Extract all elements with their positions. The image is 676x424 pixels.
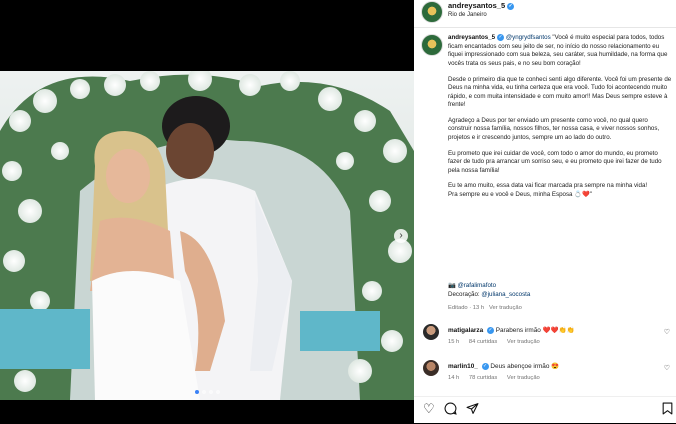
avatar[interactable] (423, 324, 439, 340)
comment-emojis: ❤️❤️👏👏 (542, 327, 575, 334)
action-bar: ♡ (414, 396, 676, 424)
post-meta: Editado · 13 h Ver tradução (448, 305, 522, 311)
comment-item: marlin10_ ✓ Deus abençoe irmão 😍 14 h 78… (414, 358, 676, 388)
comment-icon[interactable] (444, 402, 457, 417)
translate-link[interactable]: Ver tradução (507, 339, 540, 345)
carousel-dot (208, 390, 213, 394)
caption-paragraph-4: Eu prometo que irei cuidar de você, com … (448, 149, 662, 174)
post-details-panel: andreysantos_5 ✓ Rio de Janeiro andreysan… (414, 0, 676, 423)
credits: 📷 @rafalimafoto Decoração: @juliana_soco… (448, 281, 530, 299)
caption: andreysantos_5 ✓ @yngrydfsantos "Você é m… (448, 34, 672, 207)
edited-time: Editado · 13 h (448, 305, 485, 311)
caption-avatar[interactable] (421, 34, 443, 56)
caption-paragraph-6: Pra sempre eu e você e Deus, minha Espos… (448, 191, 592, 199)
camera-icon: 📷 (448, 282, 456, 289)
comment-likes[interactable]: 84 curtidas (469, 339, 497, 345)
caption-paragraph-5: Eu te amo muito, essa data vai ficar mar… (448, 182, 648, 190)
comment-username[interactable]: marlin10_ (448, 363, 478, 370)
comment-likes[interactable]: 78 curtidas (469, 375, 497, 381)
heart-icon[interactable]: ♡ (423, 402, 435, 415)
carousel-dot (215, 390, 220, 394)
caption-paragraph-1: andreysantos_5 ✓ @yngrydfsantos "Você é m… (448, 34, 672, 69)
translate-link[interactable]: Ver tradução (489, 305, 522, 311)
caption-paragraph-2: Desde o primeiro dia que te conheci sent… (448, 75, 672, 109)
decor-credit-link[interactable]: @juliana_socosta (481, 291, 530, 298)
post-photo[interactable] (0, 71, 414, 400)
comment-emojis: 😍 (551, 363, 560, 370)
caption-paragraph-3: Agradeço a Deus por ter enviado um prese… (448, 116, 660, 142)
caption-username[interactable]: andreysantos_5 (448, 34, 495, 41)
mention-link[interactable]: @yngrydfsantos (506, 34, 551, 41)
couple-photo-illustration (0, 71, 414, 400)
ring-icon: 💍 (574, 191, 582, 199)
comment-time: 14 h (448, 375, 460, 381)
bookmark-icon[interactable] (662, 402, 673, 417)
media-panel: › (0, 0, 414, 423)
verified-icon: ✓ (481, 362, 489, 370)
like-comment-heart-icon[interactable]: ♡ (664, 364, 670, 372)
verified-icon: ✓ (497, 34, 505, 41)
comment-username[interactable]: matigalarza (448, 327, 483, 334)
comment-body: Deus abençoe irmão (490, 363, 550, 370)
comment-time: 15 h (448, 339, 460, 345)
comment-meta: 15 h 84 curtidas Ver tradução (448, 339, 548, 345)
verified-icon: ✓ (507, 2, 515, 10)
location-link[interactable]: Rio de Janeiro (448, 12, 487, 18)
decor-credit: Decoração: @juliana_socosta (448, 290, 530, 299)
next-photo-button[interactable]: › (394, 229, 408, 243)
comment-item: matigalarza ✓ Parabens irmão ❤️❤️👏👏 15 h… (414, 322, 676, 352)
translate-link[interactable]: Ver tradução (507, 375, 540, 381)
like-comment-heart-icon[interactable]: ♡ (664, 328, 670, 336)
username-text[interactable]: andreysantos_5 (448, 1, 505, 10)
verified-icon: ✓ (486, 326, 494, 334)
photo-credit-link[interactable]: @rafalimafoto (457, 282, 496, 289)
avatar[interactable] (421, 1, 443, 23)
header-username[interactable]: andreysantos_5 ✓ (448, 1, 515, 10)
caption-text: Pra sempre eu e você e Deus, minha Espos… (448, 191, 573, 199)
post-header: andreysantos_5 ✓ Rio de Janeiro (414, 0, 676, 28)
heart-emoji-icon: ❤️ (581, 191, 590, 199)
photo-credit: 📷 @rafalimafoto (448, 281, 530, 290)
send-icon[interactable] (466, 402, 479, 417)
chevron-right-icon: › (399, 230, 403, 241)
avatar[interactable] (423, 360, 439, 376)
comment-meta: 14 h 78 curtidas Ver tradução (448, 375, 548, 381)
decor-label: Decoração: (448, 291, 480, 298)
carousel-dot (201, 390, 206, 394)
carousel-indicator (0, 390, 414, 394)
comment-body: Parabens irmão (495, 327, 541, 334)
comment-text: matigalarza ✓ Parabens irmão ❤️❤️👏👏 (448, 326, 574, 334)
carousel-dot (194, 390, 199, 394)
comment-text: marlin10_ ✓ Deus abençoe irmão 😍 (448, 362, 559, 370)
